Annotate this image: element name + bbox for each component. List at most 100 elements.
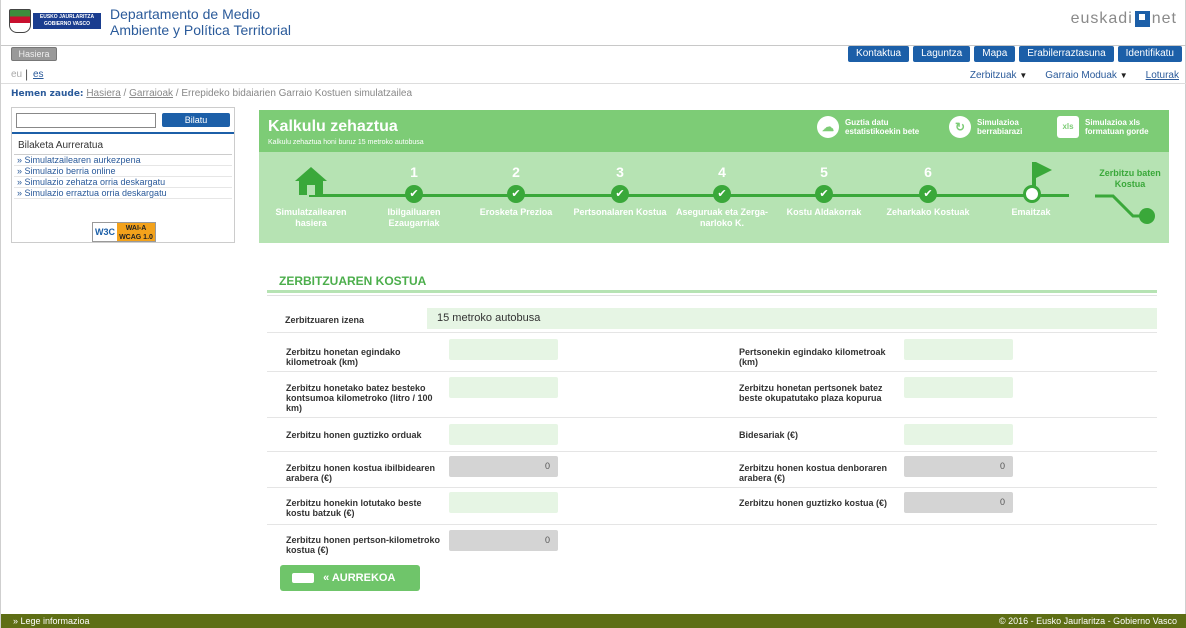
save-xls-line2: formatuan gorde [1085, 127, 1149, 136]
current-step-marker[interactable] [1023, 185, 1041, 203]
breadcrumb: Hemen zaude: Hasiera / Garraioak / Errep… [11, 88, 413, 99]
km-label: Zerbitzu honetan egindako kilometroak (k… [286, 347, 401, 367]
total-cost-label: Zerbitzu honen guztizko kostua (€) [739, 498, 887, 508]
step-label-5[interactable]: Kostu Aldakorrak [776, 207, 872, 218]
fill-statistics-line2: estatistikoekin bete [845, 127, 920, 136]
service-name-field[interactable]: 15 metroko autobusa [427, 308, 1157, 329]
fill-statistics-label: Guztia datu estatistikoekin bete [845, 118, 919, 136]
consumption-field[interactable] [449, 377, 558, 398]
person-km-cost-label: Zerbitzu honen pertson-kilometroko kostu… [286, 535, 441, 555]
page: EUSKO JAURLARITZA GOBIERNO VASCO Departa… [0, 0, 1186, 628]
government-logo[interactable]: EUSKO JAURLARITZA GOBIERNO VASCO [9, 8, 103, 34]
back-button[interactable]: « AURREKOA [280, 565, 420, 591]
links-link[interactable]: Loturak [1146, 70, 1179, 81]
help-link[interactable]: Laguntza [913, 46, 971, 62]
check-icon[interactable]: ✔ [405, 185, 423, 203]
step-label-4[interactable]: Aseguruak eta Zerga-narloko K. [674, 207, 770, 229]
step-label-3[interactable]: Pertsonalaren Kostua [572, 207, 668, 218]
wcag-badge[interactable]: W3C WAI-A WCAG 1.0 [92, 222, 156, 242]
contact-link[interactable]: Kontaktua [848, 46, 910, 62]
home-button[interactable]: Hasiera [11, 47, 57, 61]
restart-simulation-button[interactable]: ↻ Simulazioa berrabiarazi [949, 116, 1022, 138]
sidebar-item-detailed-download[interactable]: » Simulazio zehatza orria deskargatu [14, 177, 232, 188]
chevron-down-icon: ▼ [1119, 71, 1128, 80]
step-number-6: 6 [924, 164, 932, 180]
step-label-results[interactable]: Emaitzak [983, 207, 1079, 218]
cloud-icon: ☁ [817, 116, 839, 138]
tolls-label: Bidesariak (€) [739, 430, 799, 440]
row-divider [267, 524, 1157, 525]
sidebar-list: » Simulatzailearen aurkezpena » Simulazi… [14, 154, 232, 199]
transport-modes-label: Garraio Moduak [1045, 70, 1117, 81]
accessibility-link[interactable]: Erabilerraztasuna [1019, 46, 1114, 62]
route-cost-label: Zerbitzu honen kostua ibilbidearen arabe… [286, 463, 436, 483]
breadcrumb-transport-link[interactable]: Garraioak [129, 88, 173, 99]
sub-nav: Zerbitzuak ▼ Garraio Moduak ▼ Loturak [970, 70, 1179, 81]
wai-level: WAI-A WCAG 1.0 [117, 223, 155, 241]
save-xls-label: Simulazioa xls formatuan gorde [1085, 118, 1149, 136]
consumption-label: Zerbitzu honetako batez besteko kontsumo… [286, 383, 433, 413]
department-title[interactable]: Departamento de Medio Ambiente y Polític… [110, 6, 310, 38]
top-header: EUSKO JAURLARITZA GOBIERNO VASCO Departa… [1, 0, 1186, 46]
sidebar: Bilatu Bilaketa Aurreratua » Simulatzail… [11, 107, 235, 243]
panel-header: Kalkulu zehaztua Kalkulu zehaztua honi b… [259, 110, 1169, 152]
check-icon[interactable]: ✔ [507, 185, 525, 203]
legal-info-link[interactable]: » Lege informazioa [13, 614, 90, 628]
xls-icon: xls [1057, 116, 1079, 138]
step-label-1[interactable]: Ibilgailuaren Ezaugarriak [366, 207, 462, 229]
hours-field[interactable] [449, 424, 558, 445]
wcag-text: WCAG 1.0 [119, 234, 153, 241]
login-link[interactable]: Identifikatu [1117, 46, 1182, 62]
occupancy-label: Zerbitzu honetan pertsonek batez beste o… [739, 383, 883, 403]
progress-line [309, 194, 1069, 197]
breadcrumb-home-link[interactable]: Hasiera [86, 88, 120, 99]
save-xls-line1: Simulazioa xls [1085, 118, 1141, 127]
save-xls-button[interactable]: xls Simulazioa xls formatuan gorde [1057, 116, 1149, 138]
euskadi-logo-icon [1134, 11, 1150, 27]
refresh-icon: ↻ [949, 116, 971, 138]
step-number-2: 2 [512, 164, 520, 180]
step-label-start[interactable]: Simulatzailearen hasiera [263, 207, 359, 229]
breadcrumb-label: Hemen zaude: [11, 89, 84, 99]
department-line-1: Departamento de Medio [110, 6, 261, 22]
logo-plate: EUSKO JAURLARITZA GOBIERNO VASCO [33, 13, 101, 29]
sidebar-item-presentation[interactable]: » Simulatzailearen aurkezpena [14, 155, 232, 166]
advanced-search-link[interactable]: Bilaketa Aurreratua [18, 140, 103, 151]
step-label-6[interactable]: Zeharkako Kostuak [880, 207, 976, 218]
w3c-logo: W3C [93, 223, 117, 241]
other-costs-label: Zerbitzu honekin lotutako beste kostu ba… [286, 498, 422, 518]
top-links: Kontaktua Laguntza Mapa Erabilerraztasun… [848, 46, 1182, 62]
services-label: Zerbitzuak [969, 70, 1017, 81]
passenger-km-field[interactable] [904, 339, 1013, 360]
check-icon[interactable]: ✔ [815, 185, 833, 203]
services-menu[interactable]: Zerbitzuak ▼ [970, 70, 1027, 81]
check-icon[interactable]: ✔ [713, 185, 731, 203]
check-icon[interactable]: ✔ [611, 185, 629, 203]
bus-icon [292, 573, 314, 584]
lang-es-link[interactable]: es [33, 69, 44, 80]
occupancy-field[interactable] [904, 377, 1013, 398]
footer: » Lege informazioa © 2016 - Eusko Jaurla… [1, 614, 1186, 628]
step-number-4: 4 [718, 164, 726, 180]
home-icon[interactable] [293, 165, 329, 197]
tolls-field[interactable] [904, 424, 1013, 445]
other-costs-field[interactable] [449, 492, 558, 513]
transport-modes-menu[interactable]: Garraio Moduak ▼ [1045, 70, 1127, 81]
euskadi-logo-text: euskadi [1070, 10, 1133, 27]
km-field[interactable] [449, 339, 558, 360]
language-row: eu | es Zerbitzuak ▼ Garraio Moduak ▼ Lo… [1, 66, 1186, 84]
coat-of-arms-icon [9, 9, 31, 33]
step-label-2[interactable]: Erosketa Prezioa [468, 207, 564, 218]
search-button[interactable]: Bilatu [162, 113, 230, 127]
back-button-label: AURREKOA [331, 572, 396, 584]
sidebar-item-new-simulation[interactable]: » Simulazio berria online [14, 166, 232, 177]
step-number-3: 3 [616, 164, 624, 180]
panel-title: Kalkulu zehaztua [268, 118, 398, 135]
search-input[interactable] [16, 113, 156, 128]
euskadi-net-logo[interactable]: euskadi net [1071, 10, 1177, 28]
top-nav: Hasiera Kontaktua Laguntza Mapa Erabiler… [1, 46, 1186, 64]
fill-statistics-button[interactable]: ☁ Guztia datu estatistikoekin bete [817, 116, 919, 138]
check-icon[interactable]: ✔ [919, 185, 937, 203]
sidebar-item-simple-download[interactable]: » Simulazio erraztua orria deskargatu [14, 188, 232, 199]
map-link[interactable]: Mapa [974, 46, 1016, 62]
